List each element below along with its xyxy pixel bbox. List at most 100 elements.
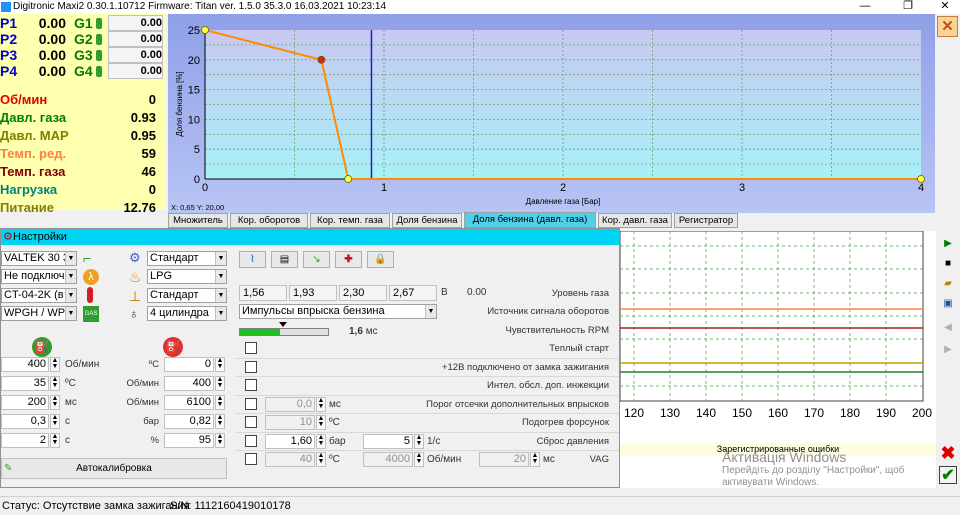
- temp-sensor-select[interactable]: CT-04-2K (в ▼: [1, 288, 77, 303]
- g-value: 0.00: [108, 63, 163, 79]
- tab-6[interactable]: Кор. давл. газа: [598, 213, 672, 228]
- play-icon[interactable]: ▶: [939, 235, 957, 253]
- restore-button[interactable]: ❐: [893, 0, 923, 14]
- setting-checkbox[interactable]: [245, 360, 257, 373]
- setting-checkbox[interactable]: [245, 453, 257, 465]
- stat-row: Питание 12.76: [0, 200, 160, 216]
- mid-value-field[interactable]: 95: [164, 433, 214, 448]
- setting-checkbox[interactable]: [245, 379, 257, 391]
- injector-icon: [96, 66, 102, 77]
- spinner[interactable]: ▲ ▼: [50, 357, 60, 372]
- tab-1[interactable]: Множитель: [168, 213, 228, 228]
- spinner[interactable]: ▲ ▼: [215, 395, 225, 410]
- fuel-type-select[interactable]: LPG ▼: [147, 269, 227, 284]
- left-value-field[interactable]: 35: [1, 376, 49, 391]
- injection-mode-select[interactable]: Стандарт ▼: [147, 251, 227, 266]
- spinner[interactable]: ▲ ▼: [50, 433, 60, 448]
- mid-value-field[interactable]: 0: [164, 357, 214, 372]
- setting-checkbox[interactable]: [245, 397, 257, 410]
- save-icon[interactable]: ▣: [939, 295, 957, 313]
- settings-header[interactable]: ⚙ Настройки: [1, 229, 619, 245]
- tab-7[interactable]: Регистратор: [674, 213, 738, 228]
- gas-level-1[interactable]: 1,56: [239, 285, 287, 301]
- map-sensor-select[interactable]: Стандарт ▼: [147, 288, 227, 303]
- rpm-sensitivity-bar[interactable]: [239, 328, 329, 336]
- left-value-field[interactable]: 0,3: [1, 414, 49, 429]
- prev-icon[interactable]: ◀: [939, 319, 957, 337]
- tool-lock-button[interactable]: 🔒: [367, 251, 394, 268]
- open-folder-icon[interactable]: ▰: [939, 275, 957, 293]
- plus-icon: ✚: [344, 254, 353, 265]
- stop-icon[interactable]: ■: [939, 255, 957, 273]
- spinner[interactable]: ▲ ▼: [316, 433, 326, 449]
- tab-2[interactable]: Кор. оборотов: [230, 213, 308, 228]
- setting-value-field[interactable]: 1,60: [265, 433, 315, 449]
- setting-value2-field[interactable]: 5: [363, 433, 413, 449]
- spinner[interactable]: ▲ ▼: [215, 357, 225, 372]
- chevron-down-icon: ▼: [65, 289, 76, 302]
- gas-level-4[interactable]: 2,67: [389, 285, 437, 301]
- gas-sensor-select[interactable]: WPGH / WPL ▼: [1, 306, 77, 321]
- spinner[interactable]: ▲ ▼: [414, 433, 424, 449]
- setting-checkbox[interactable]: [245, 416, 257, 428]
- setting-checkbox[interactable]: [245, 342, 257, 354]
- tool-arrow-button[interactable]: ↘: [303, 251, 330, 268]
- spinner[interactable]: ▲ ▼: [215, 433, 225, 448]
- mid-value-field[interactable]: 6100: [164, 395, 214, 410]
- setting-value2-unit: 1/с: [427, 435, 441, 447]
- stat-label: Об/мин: [0, 92, 48, 107]
- spinner[interactable]: ▲ ▼: [530, 452, 540, 467]
- next-icon[interactable]: ▶: [939, 341, 957, 359]
- spinner[interactable]: ▲ ▼: [215, 414, 225, 429]
- rpm-sensitivity-slider-thumb[interactable]: [279, 322, 287, 327]
- setting-checkbox[interactable]: [245, 434, 257, 447]
- stat-row: Нагрузка 0: [0, 182, 160, 198]
- tool-list-button[interactable]: ▤: [271, 251, 298, 268]
- reducer-select[interactable]: VALTEK 30 3 ▼: [1, 251, 77, 266]
- left-value-field[interactable]: 2: [1, 433, 49, 448]
- spinner[interactable]: ▲ ▼: [50, 395, 60, 410]
- gas-level-3[interactable]: 2,30: [339, 285, 387, 301]
- setting-value3-field[interactable]: 20: [479, 452, 529, 467]
- mid-value-field[interactable]: 0,82: [164, 414, 214, 429]
- cylinders-select[interactable]: 4 цилиндра ▼: [147, 306, 227, 321]
- confirm-icon[interactable]: ✔: [939, 466, 957, 484]
- y-tick-label: 0: [194, 174, 200, 186]
- left-value-field[interactable]: 200: [1, 395, 49, 410]
- p-value: 0.00: [38, 47, 66, 63]
- gas-level-2[interactable]: 1,93: [289, 285, 337, 301]
- mid-value-field[interactable]: 400: [164, 376, 214, 391]
- autocalibration-button[interactable]: ✎ Автокалибровка: [1, 458, 227, 479]
- lambda-select[interactable]: Не подключ ▼: [1, 269, 77, 284]
- setting-value2-field[interactable]: 4000: [363, 452, 413, 467]
- tool-plus-button[interactable]: ✚: [335, 251, 362, 268]
- cancel-icon[interactable]: ✖: [939, 444, 957, 462]
- setting-value-field[interactable]: 40: [265, 452, 315, 467]
- left-value-field[interactable]: 400: [1, 357, 49, 372]
- setting-value-field[interactable]: 10: [265, 415, 315, 430]
- spinner[interactable]: ▲ ▼: [316, 396, 326, 412]
- close-chart-button[interactable]: ✕: [937, 16, 958, 37]
- y-tick-label: 5: [194, 144, 200, 156]
- tab-3[interactable]: Кор. темп. газа: [310, 213, 390, 228]
- spinner[interactable]: ▲ ▼: [316, 415, 326, 430]
- spinner[interactable]: ▲ ▼: [50, 414, 60, 429]
- petrol-share-chart[interactable]: 0 1 2 3 4 0 5 10 15 20 25 Доля бензина [%] Давлени…: [168, 14, 935, 213]
- tab-5[interactable]: Доля бензина (давл. газа): [464, 212, 596, 228]
- row-divider: [235, 376, 619, 377]
- chart-svg[interactable]: 0 1 2 3 4 0 5 10 15 20 25 Доля бензина [%] Давлени…: [168, 14, 935, 213]
- close-window-button[interactable]: ✕: [930, 0, 960, 14]
- spinner[interactable]: ▲ ▼: [414, 452, 424, 467]
- stat-value: 0: [148, 92, 156, 107]
- spinner[interactable]: ▲ ▼: [50, 376, 60, 391]
- rpm-source-select[interactable]: Импульсы впрыска бензина ▼: [239, 304, 437, 319]
- setting-value-field[interactable]: 0,0: [265, 396, 315, 412]
- tab-4[interactable]: Доля бензина: [392, 213, 462, 228]
- spinner[interactable]: ▲ ▼: [215, 376, 225, 391]
- minimize-button[interactable]: —: [850, 0, 880, 14]
- bg-x-tick-label: 120: [624, 406, 644, 420]
- tool-injector-button[interactable]: ⌇: [239, 251, 266, 268]
- left-value-unit: с: [65, 416, 70, 427]
- spinner[interactable]: ▲ ▼: [316, 452, 326, 467]
- left-value-unit: мс: [65, 397, 77, 408]
